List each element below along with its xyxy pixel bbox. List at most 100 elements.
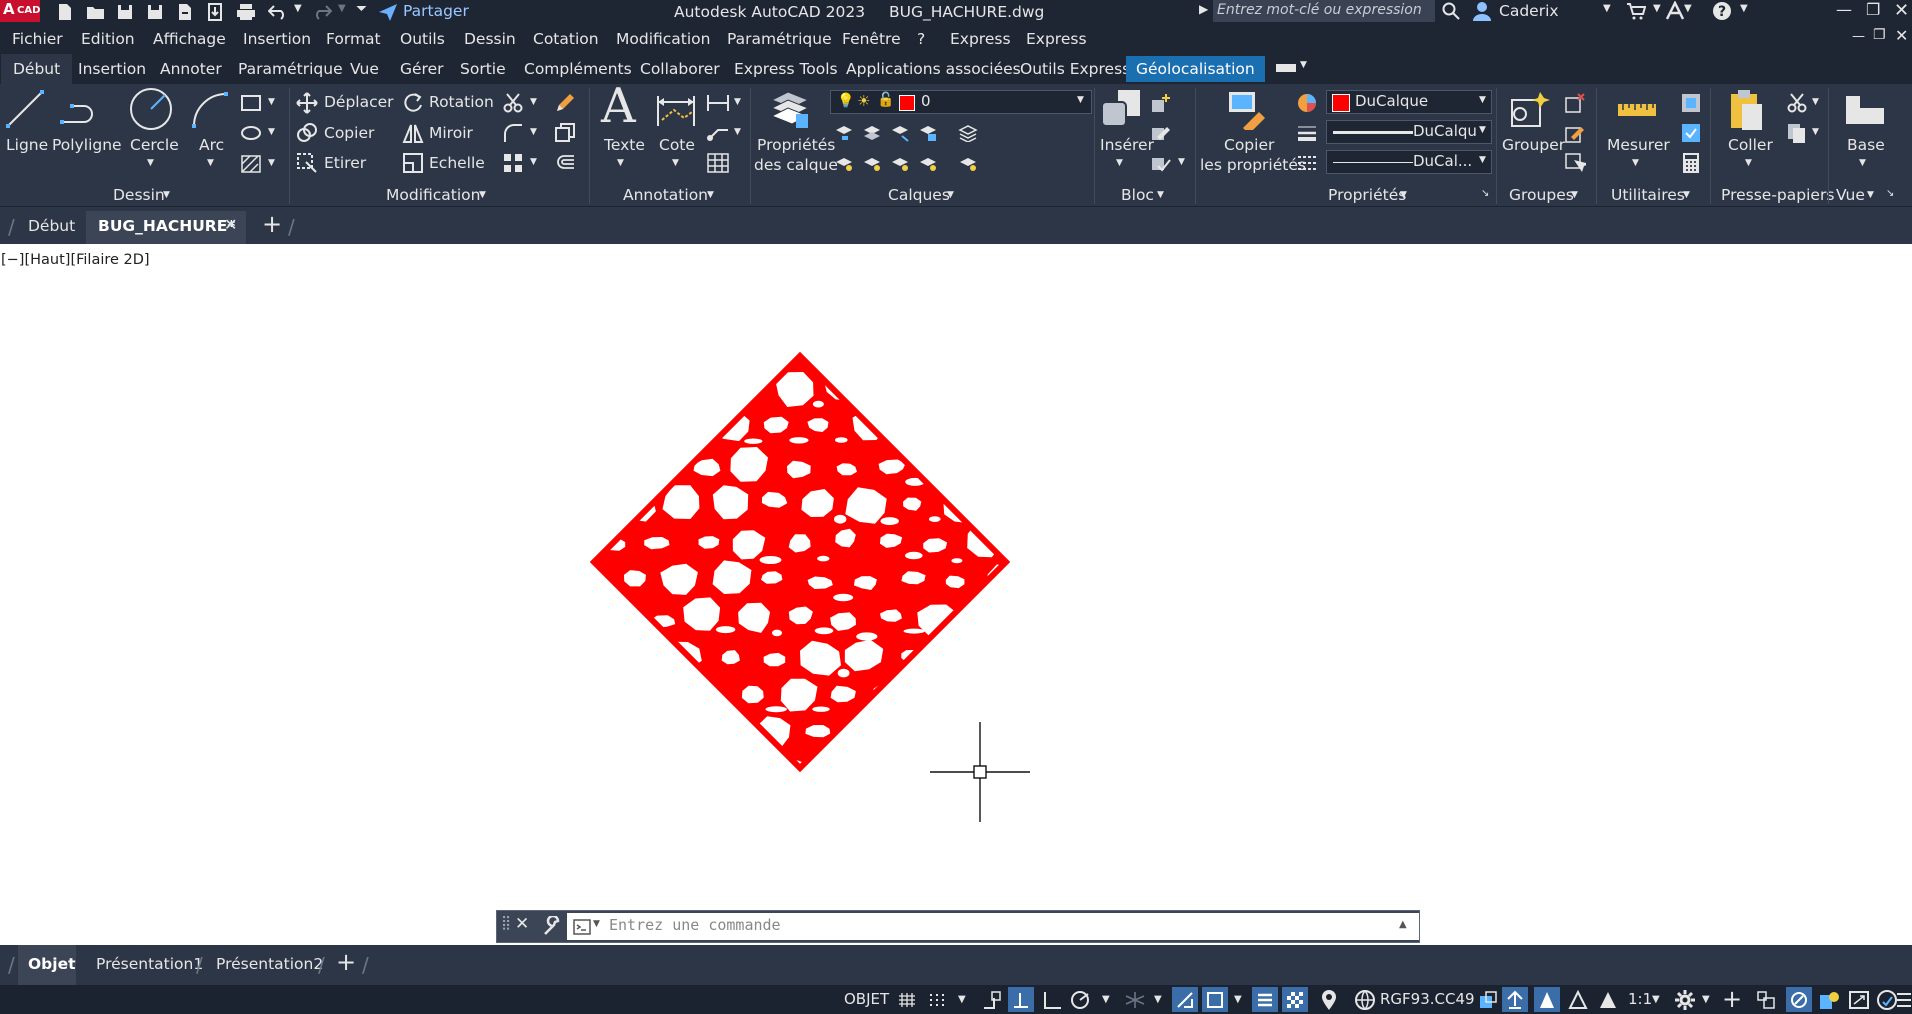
tab-sortie[interactable]: Sortie [460, 60, 506, 78]
layer-on-all-icon[interactable] [918, 154, 938, 172]
table-icon[interactable] [706, 152, 730, 174]
print-icon[interactable] [236, 3, 256, 21]
minimize-icon[interactable]: — [1836, 0, 1852, 19]
isodraft-icon[interactable] [1124, 990, 1146, 1010]
ortho-icon[interactable] [1042, 990, 1062, 1010]
dimension-icon[interactable] [654, 90, 698, 130]
units-icon[interactable] [1756, 990, 1776, 1010]
polar-tracking-icon[interactable] [1070, 990, 1092, 1010]
linear-dim-dropdown-icon[interactable]: ▼ [734, 97, 741, 107]
explode-icon[interactable] [554, 122, 576, 144]
workspace-dropdown-icon[interactable]: ▼ [1702, 994, 1710, 1005]
annotation-scale-icon[interactable] [1568, 990, 1588, 1010]
color-wheel-icon[interactable] [1296, 92, 1318, 114]
layer-isolate-icon[interactable] [834, 124, 854, 142]
menu-edition[interactable]: Edition [81, 30, 135, 48]
menu-help[interactable]: ? [917, 30, 925, 48]
dynamic-input-toggle[interactable] [1008, 987, 1034, 1012]
paste-button[interactable]: Coller [1728, 136, 1773, 154]
command-history-dropdown-icon[interactable]: ▼ [593, 919, 600, 929]
trim-dropdown-icon[interactable]: ▼ [530, 97, 537, 107]
hatch-dropdown-icon[interactable]: ▼ [268, 158, 275, 168]
lineweight-dropdown[interactable]: DuCalqu ▼ [1326, 120, 1492, 144]
scale-dropdown-icon[interactable]: ▼ [1652, 994, 1660, 1005]
insert-block-icon[interactable] [1100, 88, 1144, 130]
layer-off-icon[interactable] [890, 124, 910, 142]
group-icon[interactable] [1508, 90, 1550, 130]
dimension-button[interactable]: Cote [659, 136, 695, 154]
dimension-dropdown-icon[interactable]: ▼ [672, 158, 679, 168]
paste-icon[interactable] [1728, 88, 1766, 132]
user-icon[interactable] [1472, 1, 1492, 21]
menu-fichier[interactable]: Fichier [12, 30, 63, 48]
panel-dessin-expand-icon[interactable]: ▼ [163, 190, 170, 200]
doc-tab-debut[interactable]: Début [28, 217, 75, 235]
base-dropdown-icon[interactable]: ▼ [1859, 158, 1866, 168]
tab-gerer[interactable]: Gérer [400, 60, 444, 78]
auto-scale-toggle[interactable] [1534, 987, 1560, 1012]
annotation-scale-add-icon[interactable] [1598, 990, 1618, 1010]
redo-dropdown-icon[interactable]: ▼ [338, 3, 346, 14]
copy-icon[interactable] [296, 122, 318, 144]
color-dropdown[interactable]: DuCalque ▼ [1326, 90, 1492, 114]
command-input-box[interactable]: ▼ Entrez une commande ▲ [567, 913, 1419, 940]
circle-dropdown-icon[interactable]: ▼ [147, 158, 154, 168]
line-button[interactable]: Ligne [6, 136, 48, 154]
annotation-scale-value[interactable]: 1:1 [1628, 990, 1652, 1008]
lineweight-dropdown-arrow[interactable]: ▼ [1479, 125, 1486, 135]
tab-applications-associees[interactable]: Applications associées [846, 60, 1021, 78]
move-button[interactable]: Déplacer [324, 93, 394, 111]
menu-format[interactable]: Format [326, 30, 381, 48]
restore-icon[interactable]: ❐ [1866, 0, 1880, 19]
menu-outils[interactable]: Outils [400, 30, 445, 48]
object-snap-toggle[interactable] [1202, 987, 1228, 1012]
panel-utilitaires-expand-icon[interactable]: ▼ [1683, 190, 1690, 200]
tab-annoter[interactable]: Annoter [160, 60, 222, 78]
match-properties-icon[interactable] [1225, 88, 1269, 130]
panel-calques-expand-icon[interactable]: ▼ [947, 190, 954, 200]
layer-color-swatch[interactable] [899, 95, 915, 111]
copy-button[interactable]: Copier [324, 124, 374, 142]
app-store-dropdown-icon[interactable]: ▼ [1684, 3, 1692, 14]
panel-modification-title[interactable]: Modification [386, 186, 480, 204]
command-prompt-icon[interactable] [573, 919, 591, 935]
panel-modification-expand-icon[interactable]: ▼ [479, 190, 486, 200]
cart-icon[interactable] [1626, 2, 1646, 20]
geolocation-pin-icon[interactable] [1320, 989, 1338, 1011]
open-folder-icon[interactable] [86, 3, 106, 21]
measure-icon[interactable] [1617, 100, 1657, 120]
layer-freeze-icon[interactable] [834, 154, 854, 172]
menu-express-1[interactable]: Express [950, 30, 1011, 48]
isodraft-dropdown-icon[interactable]: ▼ [1154, 994, 1162, 1005]
coordinate-system[interactable]: RGF93.CC49 [1380, 990, 1475, 1008]
tab-vue[interactable]: Vue [350, 60, 379, 78]
trim-icon[interactable] [502, 92, 524, 114]
layer-properties-label-2[interactable]: des calque [754, 156, 838, 174]
circle-icon[interactable] [128, 86, 174, 132]
array-dropdown-icon[interactable]: ▼ [530, 157, 537, 167]
import-icon[interactable] [206, 3, 224, 21]
undo-icon[interactable] [268, 4, 288, 20]
close-icon[interactable]: ✕ [1894, 0, 1909, 21]
tab-geolocalisation[interactable]: Géolocalisation [1126, 56, 1265, 82]
fillet-dropdown-icon[interactable]: ▼ [530, 127, 537, 137]
status-menu-icon[interactable] [1896, 991, 1912, 1009]
text-dropdown-icon[interactable]: ▼ [617, 158, 624, 168]
base-view-button[interactable]: Base [1847, 136, 1885, 154]
panel-bloc-expand-icon[interactable]: ▼ [1157, 190, 1164, 200]
base-view-icon[interactable] [1844, 92, 1886, 128]
cut-icon[interactable] [1786, 92, 1808, 114]
new-file-icon[interactable] [56, 3, 74, 21]
snap-icon[interactable] [928, 992, 946, 1008]
layer-walk-icon[interactable] [958, 154, 978, 172]
rotate-button[interactable]: Rotation [429, 93, 494, 111]
group-select-icon[interactable] [1564, 152, 1586, 174]
osnap-dropdown-icon[interactable]: ▼ [1234, 994, 1242, 1005]
menu-parametrique[interactable]: Paramétrique [727, 30, 832, 48]
panel-annotation-expand-icon[interactable]: ▼ [707, 190, 714, 200]
user-dropdown-icon[interactable]: ▼ [1603, 3, 1611, 14]
copy-clip-dropdown-icon[interactable]: ▼ [1812, 127, 1819, 137]
hatch-icon[interactable] [240, 154, 262, 174]
command-expand-icon[interactable]: ▲ [1399, 919, 1407, 930]
cut-dropdown-icon[interactable]: ▼ [1812, 97, 1819, 107]
